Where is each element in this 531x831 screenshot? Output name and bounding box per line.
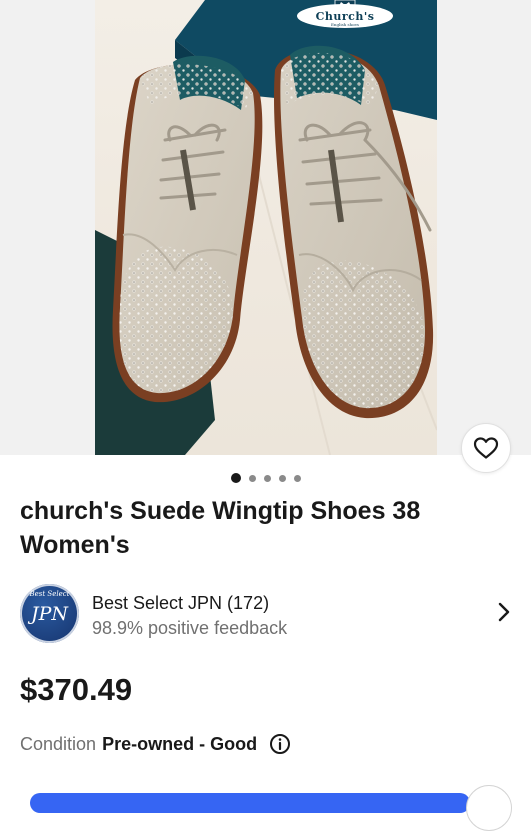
heart-outline-icon <box>473 437 499 459</box>
secondary-action-button[interactable] <box>466 785 512 831</box>
carousel-indicator <box>0 473 531 483</box>
left-shoe <box>112 55 263 403</box>
condition-label: Condition <box>20 733 97 754</box>
watch-button[interactable] <box>461 423 511 473</box>
avatar-initials: JPN <box>30 603 69 625</box>
svg-text:English shoes: English shoes <box>331 22 359 27</box>
avatar-caption: Best Select <box>29 590 70 598</box>
listing-title: church's Suede Wingtip Shoes 38 Women's <box>20 497 421 559</box>
condition-value: Pre-owned - Good <box>102 733 258 754</box>
seller-avatar: Best Select JPN <box>20 584 79 643</box>
carousel-dot[interactable] <box>278 474 286 482</box>
price: $370.49 <box>20 672 133 707</box>
product-image-carousel[interactable]: Church's English shoes <box>0 0 531 455</box>
primary-action-button[interactable] <box>30 793 470 813</box>
carousel-dot[interactable] <box>248 474 256 482</box>
seller-name: Best Select JPN (172) <box>92 593 270 613</box>
seller-feedback: 98.9% positive feedback <box>92 618 288 638</box>
chevron-right-icon[interactable] <box>497 602 511 622</box>
product-photo[interactable]: Church's English shoes <box>95 0 437 455</box>
carousel-dot[interactable] <box>263 474 271 482</box>
carousel-dot-active[interactable] <box>230 473 241 483</box>
seller-row[interactable]: Best Select JPN Best Select JPN (172) 98… <box>20 584 511 643</box>
carousel-dot[interactable] <box>293 474 301 482</box>
info-circle-icon[interactable] <box>269 733 291 755</box>
condition-row: Condition Pre-owned - Good <box>20 732 291 756</box>
